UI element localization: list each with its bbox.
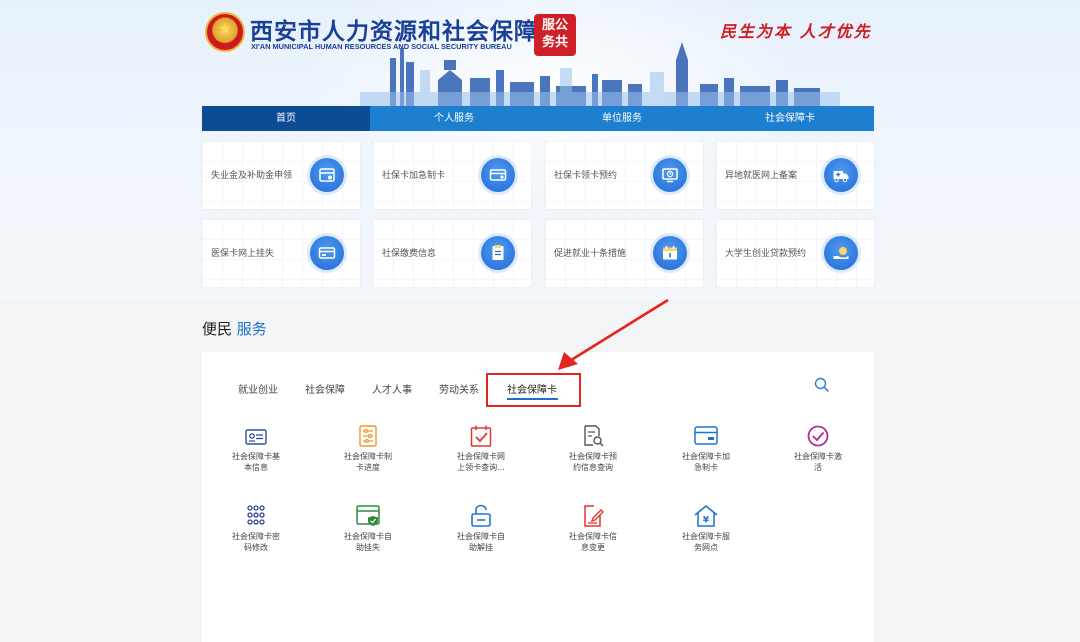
site-title: 西安市人力资源和社会保障局 [250,19,562,45]
edit-document-icon [584,505,604,527]
service-card-self-loss-report[interactable]: 社会保障卡自 助挂失 [333,504,403,553]
card-icon [694,426,718,445]
calendar-money-icon [310,158,344,192]
tab-talent-personnel[interactable]: 人才人事 [372,381,412,396]
section-title-plain: 便民 [202,320,233,338]
seal-line-2: 务共 [541,35,568,50]
main-nav: 首页 个人服务 单位服务 社会保障卡 [202,106,874,131]
service-label-line2: 务网点 [694,543,718,552]
service-label-line1: 社会保障卡预 [569,452,617,461]
service-label-line2: 助挂失 [356,543,380,552]
section-title-highlight: 服务 [236,320,267,338]
quick-card-medical-card-loss-report[interactable]: 医保卡网上挂失 [202,220,360,287]
unlock-icon [471,504,491,527]
nav-item-home[interactable]: 首页 [202,106,370,131]
service-card-service-outlets[interactable]: ¥ 社会保障卡服 务网点 [671,504,741,553]
ambulance-icon [824,158,858,192]
service-label-line2: 活 [814,463,822,472]
seal-line-1: 服公 [541,18,568,33]
window-shield-icon [356,505,380,526]
quick-card-label: 社保卡加急制卡 [382,171,446,181]
quick-card-urgent-card[interactable]: 社保卡加急制卡 [373,142,531,209]
card-icon [310,236,344,270]
quick-card-remote-medical-filing[interactable]: 异地就医网上备案 [716,142,874,209]
service-label-line1: 社会保障卡基 [232,452,280,461]
service-card-basic-info[interactable]: 社会保障卡基 本信息 [221,424,291,473]
calendar-check-icon [470,425,492,447]
service-label-line2: 码修改 [244,543,268,552]
keypad-icon [247,505,265,525]
check-circle-icon [807,425,829,447]
document-icon [481,236,515,270]
service-label-line1: 社会保障卡激 [794,452,842,461]
progress-list-icon [359,425,377,447]
quick-card-employment-measures[interactable]: 促进就业十条措施 [545,220,703,287]
quick-card-label: 医保卡网上挂失 [211,249,275,259]
search-icon[interactable] [814,377,830,393]
service-label-line1: 社会保障卡自 [457,532,505,541]
house-yuan-icon: ¥ [694,504,718,527]
clock-monitor-icon [653,158,687,192]
service-label-line1: 社会保障卡密 [232,532,280,541]
quick-card-label: 异地就医网上备案 [725,171,798,181]
nav-item-personal-service[interactable]: 个人服务 [370,106,538,131]
national-emblem-icon [205,12,245,52]
svg-text:¥: ¥ [703,516,710,526]
quick-card-label: 促进就业十条措施 [554,249,627,259]
service-label-line2: 急制卡 [694,463,718,472]
service-label-line2: 上领卡查询... [457,463,505,472]
quick-card-label: 社保卡领卡预约 [554,171,618,181]
quick-card-unemployment-benefit[interactable]: 失业金及补助金申领 [202,142,360,209]
service-label-line2: 助解挂 [469,543,493,552]
service-label-line1: 社会保障卡信 [569,532,617,541]
quick-card-label: 社保缴费信息 [382,249,437,259]
id-card-icon [245,429,267,445]
service-label-line1: 社会保障卡加 [682,452,730,461]
quick-card-payment-info[interactable]: 社保缴费信息 [373,220,531,287]
quick-card-card-pickup-appointment[interactable]: 社保卡领卡预约 [545,142,703,209]
service-label-line1: 社会保障卡自 [344,532,392,541]
document-search-icon [584,425,604,447]
service-label-line1: 社会保障卡网 [457,452,505,461]
service-card-urgent-card[interactable]: 社会保障卡加 急制卡 [671,424,741,473]
service-label-line1: 社会保障卡服 [682,532,730,541]
service-card-progress[interactable]: 社会保障卡制 卡进度 [333,424,403,473]
card-icon [481,158,515,192]
service-label-line2: 约信息查询 [573,463,613,472]
service-card-appointment-query[interactable]: 社会保障卡预 约信息查询 [558,424,628,473]
slogan: 民生为本 人才优先 [720,22,872,41]
tab-employment[interactable]: 就业创业 [238,381,278,396]
annotation-arrow [558,298,669,370]
section-title: 便民 服务 [202,318,267,339]
service-card-online-pickup-query[interactable]: 社会保障卡网 上领卡查询... [446,424,516,473]
tab-labor-relations[interactable]: 劳动关系 [439,381,479,396]
service-label-line1: 社会保障卡制 [344,452,392,461]
nav-item-unit-service[interactable]: 单位服务 [538,106,706,131]
quick-card-label: 失业金及补助金申领 [211,171,293,181]
nav-item-social-security-card[interactable]: 社会保障卡 [706,106,874,131]
service-seal-logo: 服公 务共 [534,14,576,56]
tab-social-security[interactable]: 社会保障 [305,381,345,396]
quick-card-label: 大学生创业贷款预约 [725,249,807,259]
quick-card-student-loan-appointment[interactable]: 大学生创业贷款预约 [716,220,874,287]
service-label-line2: 本信息 [244,463,268,472]
money-hand-icon [824,236,858,270]
site-subtitle: XI'AN MUNICIPAL HUMAN RESOURCES AND SOCI… [251,42,512,51]
service-card-self-unlock[interactable]: 社会保障卡自 助解挂 [446,504,516,553]
service-label-line2: 卡进度 [356,463,380,472]
service-card-activation[interactable]: 社会保障卡激活 [783,424,853,473]
service-label-line2: 息变更 [581,543,605,552]
service-card-password-change[interactable]: 社会保障卡密 码修改 [221,504,291,553]
annotation-highlight-box [486,373,581,407]
calendar-icon [653,236,687,270]
service-card-info-change[interactable]: 社会保障卡信 息变更 [558,504,628,553]
